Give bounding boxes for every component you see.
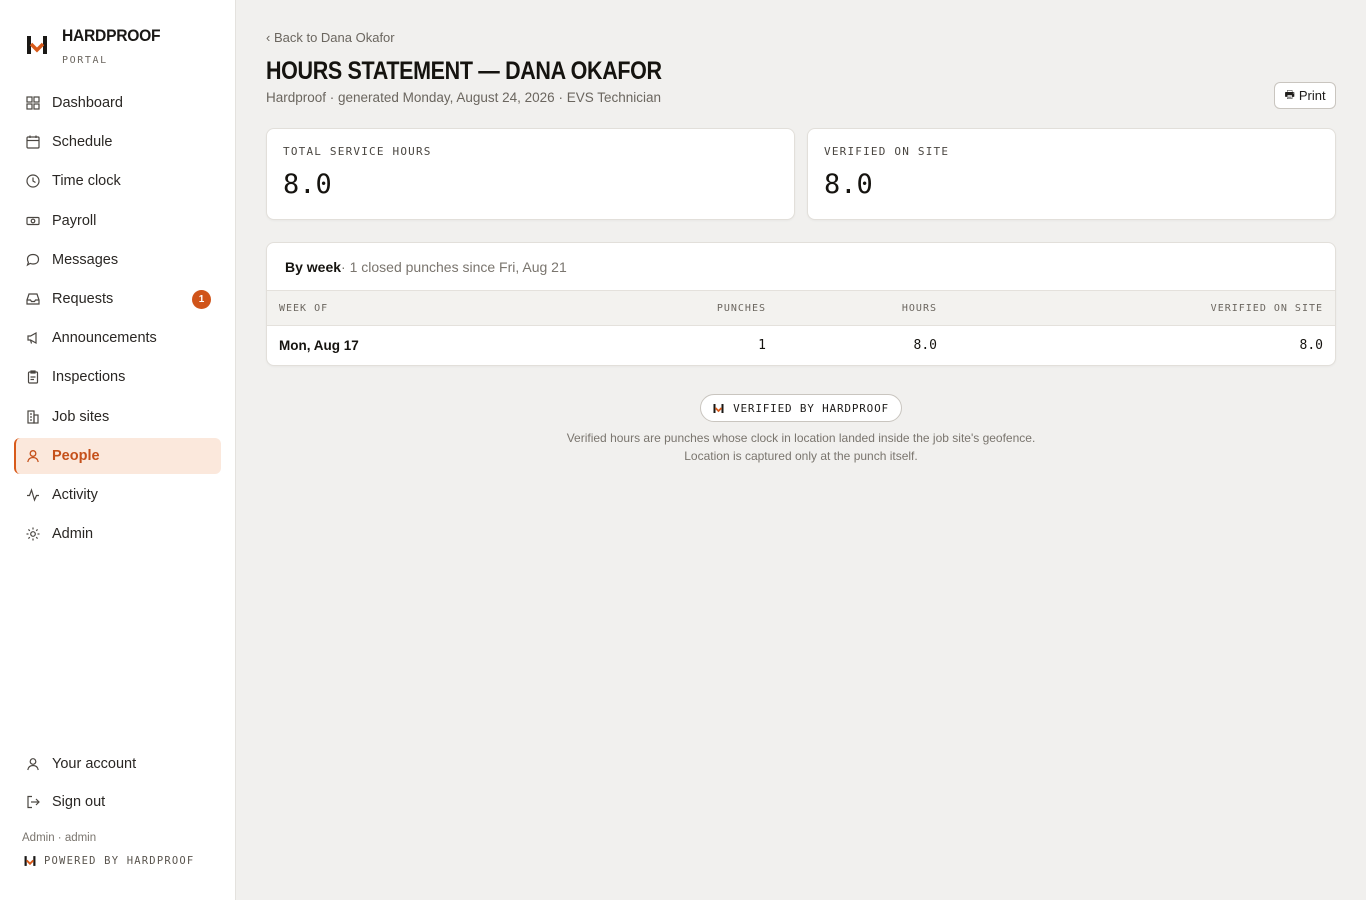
sidebar-item-label: Announcements	[52, 330, 157, 347]
sidebar-item-label: Messages	[52, 251, 119, 268]
cell-hours: 8.0	[913, 338, 937, 353]
page-subtitle: Hardproof · generated Monday, August 24,…	[266, 90, 662, 105]
sidebar-item-inspections[interactable]: Inspections	[14, 359, 221, 395]
sidebar-item-activity[interactable]: Activity	[14, 477, 221, 513]
banknote-icon	[26, 214, 40, 228]
brand[interactable]: HARDPROOF PORTAL	[26, 26, 169, 66]
cell-punches: 1	[758, 338, 766, 353]
current-user-label: Admin · admin	[22, 832, 97, 844]
brand-name: HARDPROOF	[62, 26, 161, 45]
print-button[interactable]: 🖶 Print	[1274, 82, 1336, 109]
chat-bubble-icon	[26, 253, 40, 267]
sidebar-item-announcements[interactable]: Announcements	[14, 320, 221, 356]
user-icon	[26, 757, 40, 771]
sidebar-item-dashboard[interactable]: Dashboard	[14, 85, 221, 121]
sidebar-item-label: Inspections	[52, 369, 126, 386]
building-icon	[26, 409, 40, 424]
activity-icon	[26, 487, 40, 502]
stat-label: TOTAL SERVICE HOURS	[283, 145, 432, 158]
cell-week-of: Mon, Aug 17	[279, 338, 359, 353]
calendar-icon	[26, 135, 40, 149]
sign-out-icon	[26, 795, 40, 809]
user-icon	[26, 449, 40, 463]
table-title-detail: · 1 closed punches since Fri, Aug 21	[341, 258, 567, 275]
sidebar-item-label: Payroll	[52, 212, 97, 229]
sidebar-item-people[interactable]: People	[14, 437, 221, 474]
hardproof-logo-icon	[24, 856, 36, 866]
column-header-verified-on-site[interactable]: VERIFIED ON SITE	[1211, 291, 1323, 327]
by-week-table-card: By week · 1 closed punches since Fri, Au…	[266, 242, 1336, 366]
clipboard-icon	[26, 370, 40, 384]
verified-by-label: VERIFIED BY HARDPROOF	[733, 401, 889, 415]
sidebar-item-time-clock[interactable]: Time clock	[14, 163, 221, 199]
clock-icon	[26, 174, 40, 188]
verification-note: Verified hours are punches whose clock i…	[566, 431, 1036, 445]
table-title-label: By week	[285, 258, 342, 275]
sidebar: HARDPROOF PORTAL Dashboard Schedule Time…	[0, 0, 236, 900]
page-title: HOURS STATEMENT — DANA OKAFOR	[266, 57, 662, 85]
table-header: WEEK OF PUNCHES HOURS VERIFIED ON SITE	[267, 290, 1335, 326]
stat-value: 8.0	[824, 169, 873, 200]
stat-label: VERIFIED ON SITE	[824, 145, 950, 158]
printer-icon: 🖶	[1284, 89, 1295, 101]
stat-card-total-hours: TOTAL SERVICE HOURS 8.0	[266, 128, 795, 220]
sidebar-item-label: People	[52, 447, 100, 464]
sidebar-item-label: Time clock	[52, 173, 121, 190]
sidebar-item-your-account[interactable]: Your account	[14, 746, 221, 782]
back-link[interactable]: ‹ Back to Dana Okafor	[266, 30, 395, 45]
sidebar-item-label: Admin	[52, 526, 94, 543]
sidebar-item-job-sites[interactable]: Job sites	[14, 399, 221, 435]
hardproof-logo-icon	[713, 403, 724, 413]
grid-icon	[26, 96, 40, 110]
sidebar-item-messages[interactable]: Messages	[14, 242, 221, 278]
location-note: Location is captured only at the punch i…	[684, 449, 918, 463]
sidebar-item-payroll[interactable]: Payroll	[14, 203, 221, 239]
stat-card-verified-on-site: VERIFIED ON SITE 8.0	[807, 128, 1336, 220]
column-header-week-of[interactable]: WEEK OF	[279, 291, 328, 327]
sidebar-item-sign-out[interactable]: Sign out	[14, 784, 221, 820]
sidebar-item-label: Schedule	[52, 134, 113, 151]
sidebar-item-label: Requests	[52, 290, 114, 307]
sidebar-item-label: Activity	[52, 486, 98, 503]
sidebar-item-label: Dashboard	[52, 95, 123, 111]
cell-verified-on-site: 8.0	[1299, 338, 1323, 353]
brand-subtitle: PORTAL	[62, 55, 108, 66]
sidebar-item-label: Job sites	[52, 408, 110, 425]
column-header-punches[interactable]: PUNCHES	[717, 291, 766, 327]
sidebar-nav: Dashboard Schedule Time clock Payroll Me…	[14, 85, 221, 555]
inbox-icon	[26, 292, 40, 306]
megaphone-icon	[26, 331, 40, 345]
sidebar-item-label: Sign out	[52, 794, 106, 810]
column-header-hours[interactable]: HOURS	[902, 291, 937, 327]
powered-by-label: POWERED BY HARDPROOF	[44, 855, 195, 867]
sun-gear-icon	[26, 527, 40, 541]
sidebar-item-requests[interactable]: Requests 1	[14, 281, 221, 317]
sidebar-item-schedule[interactable]: Schedule	[14, 124, 221, 160]
sidebar-item-label: Your account	[52, 756, 137, 772]
verified-by-badge: VERIFIED BY HARDPROOF	[700, 394, 902, 422]
powered-by: POWERED BY HARDPROOF	[24, 855, 194, 867]
print-button-label: Print	[1298, 88, 1326, 103]
table-row[interactable]: Mon, Aug 17 1 8.0 8.0	[267, 326, 1335, 365]
sidebar-item-admin[interactable]: Admin	[14, 516, 221, 552]
requests-count-badge: 1	[192, 289, 211, 309]
stat-value: 8.0	[283, 169, 332, 200]
table-title: By week · 1 closed punches since Fri, Au…	[267, 243, 1335, 290]
sidebar-bottom-nav: Your account Sign out	[14, 746, 221, 822]
hardproof-logo-icon	[27, 36, 47, 54]
